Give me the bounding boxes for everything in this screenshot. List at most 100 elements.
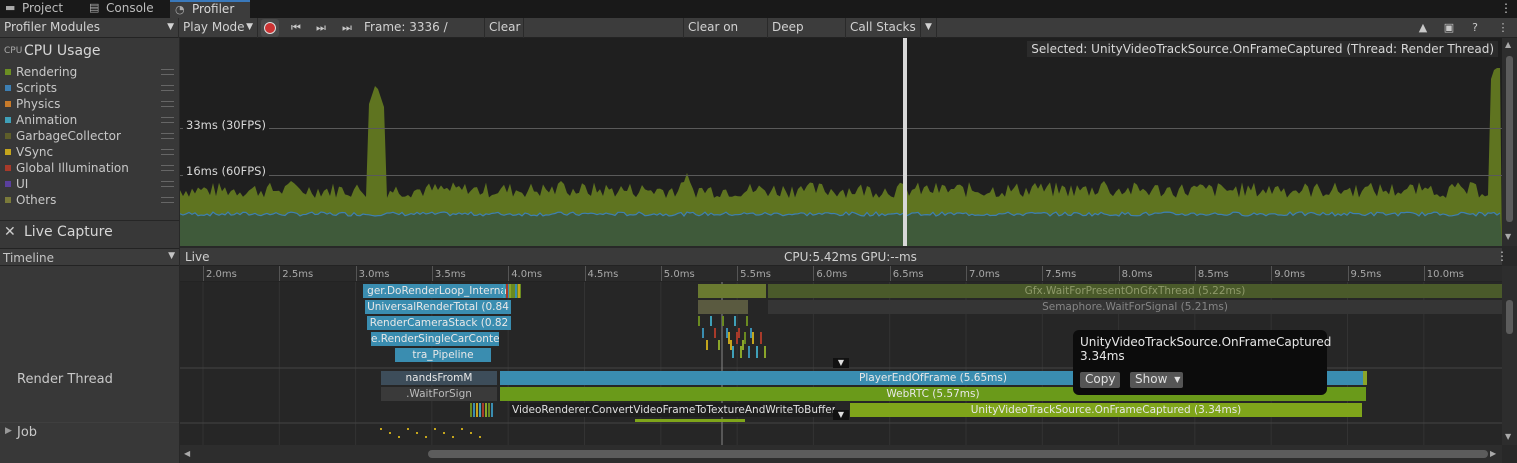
scroll-down-icon[interactable]: ▼ (1505, 432, 1511, 441)
clear-on-play-toggle[interactable]: Clear on Play (683, 18, 768, 53)
live-capture-module-header[interactable]: ✕ Live Capture (0, 221, 179, 247)
legend-item[interactable]: Rendering (0, 64, 179, 80)
scroll-thumb[interactable] (1506, 300, 1513, 334)
load-icon[interactable]: ▲ (1414, 20, 1432, 36)
call-stacks-dropdown[interactable]: ▼ (920, 18, 937, 38)
scroll-left-icon[interactable]: ◀ (184, 449, 190, 458)
time-tick: 10.0ms (1423, 266, 1465, 281)
sample-sliver (407, 428, 409, 430)
legend-swatch (5, 117, 11, 123)
time-ruler[interactable]: 2.0ms 2.5ms 3.0ms 3.5ms 4.0ms 4.5ms 5.0ms 5.5ms… (180, 266, 1502, 282)
time-tick: 3.0ms (355, 266, 390, 281)
call-stacks-toggle[interactable]: Call Stacks (846, 18, 920, 38)
frame-counter: Frame: 3336 / 3471 (364, 20, 448, 53)
clear-button[interactable]: Clear (484, 18, 524, 38)
legend-label: Scripts (16, 81, 58, 95)
show-dropdown[interactable]: Show ▼ (1130, 372, 1184, 388)
sample-sliver (732, 346, 734, 358)
first-frame-icon[interactable]: ⏮ (287, 20, 305, 36)
sample-sliver (398, 436, 400, 438)
sample-sliver (635, 419, 745, 422)
legend-swatch (5, 197, 11, 203)
legend-item[interactable]: Animation (0, 112, 179, 128)
window-menu-icon[interactable]: ⋮ (1500, 1, 1512, 15)
play-mode-label: Play Mode (183, 20, 245, 34)
legend-label: GarbageCollector (16, 129, 121, 143)
expand-arrow-icon: ▶ (5, 426, 12, 436)
profiler-modules-dropdown[interactable]: Profiler Modules ▼ (0, 18, 179, 38)
chevron-down-icon: ▼ (167, 22, 174, 32)
legend-item[interactable]: VSync (0, 144, 179, 160)
legend-item[interactable]: UI (0, 176, 179, 192)
sample-sliver (710, 316, 712, 326)
chart-scrollbar[interactable]: ▲ ▼ (1502, 38, 1517, 246)
record-button[interactable] (261, 19, 279, 37)
save-icon[interactable]: ▣ (1440, 20, 1458, 36)
drag-handle-icon[interactable] (161, 181, 174, 187)
sample-sliver (482, 403, 484, 417)
tab-project[interactable]: ▬ Project (0, 0, 88, 18)
sample-sliver (740, 346, 742, 358)
play-mode-dropdown[interactable]: Play Mode ▼ (179, 18, 258, 38)
legend-item[interactable]: Physics (0, 96, 179, 112)
time-tick: 4.5ms (584, 266, 619, 281)
legend-item[interactable]: Scripts (0, 80, 179, 96)
time-tick: 5.5ms (737, 266, 771, 281)
sample-sliver (734, 316, 736, 326)
chevron-down-icon: ▼ (168, 251, 175, 261)
scroll-right-icon[interactable]: ▶ (1490, 449, 1496, 458)
next-frame-icon[interactable]: ⏭ (312, 20, 330, 36)
job-thread-group[interactable]: ▶ Job (0, 425, 179, 445)
drag-handle-icon[interactable] (161, 165, 174, 171)
drag-handle-icon[interactable] (161, 117, 174, 123)
legend-item[interactable]: GarbageCollector (0, 128, 179, 144)
timeline-view-label: Timeline (3, 251, 55, 265)
deep-profile-toggle[interactable]: Deep Profile (768, 18, 846, 53)
tab-console[interactable]: ▤ Console (84, 0, 170, 18)
sample-sliver (485, 403, 487, 417)
help-icon[interactable]: ? (1466, 20, 1484, 36)
timeline-menu-icon[interactable]: ⋮ (1496, 249, 1508, 263)
drag-handle-icon[interactable] (161, 133, 174, 139)
sample-sliver (425, 436, 427, 438)
legend-swatch (5, 149, 11, 155)
drag-handle-icon[interactable] (161, 101, 174, 107)
menu-icon[interactable]: ⋮ (1494, 20, 1512, 36)
scroll-up-icon[interactable]: ▲ (1505, 40, 1511, 49)
sample-sliver (479, 403, 481, 417)
legend-item[interactable]: Global Illumination (0, 160, 179, 176)
timeline-horizontal-scrollbar[interactable]: ◀ ▶ (180, 445, 1502, 463)
chevron-down-icon: ▼ (1174, 375, 1181, 384)
copy-button[interactable]: Copy (1080, 372, 1121, 388)
line-16ms (180, 175, 1502, 176)
sample-sliver (380, 428, 382, 430)
sample-sliver (756, 346, 758, 358)
sample-sliver (461, 428, 463, 430)
scroll-thumb[interactable] (428, 450, 1488, 458)
timeline-vertical-scrollbar[interactable]: ▼ (1502, 266, 1517, 445)
tab-profiler[interactable]: ◔ Profiler (170, 0, 250, 18)
cpu-usage-title: CPU Usage (24, 43, 101, 59)
legend-item[interactable]: Others (0, 192, 179, 208)
drag-handle-icon[interactable] (161, 69, 174, 75)
cpu-usage-module-header[interactable]: CPU CPU Usage (0, 41, 179, 61)
drag-handle-icon[interactable] (161, 197, 174, 203)
timeline-view-dropdown[interactable]: Timeline ▼ (0, 248, 179, 266)
drag-handle-icon[interactable] (161, 85, 174, 91)
drag-handle-icon[interactable] (161, 149, 174, 155)
sample-sliver (488, 403, 490, 417)
scripts-area (180, 212, 1502, 246)
legend-swatch (5, 165, 11, 171)
sample-sliver (515, 284, 517, 298)
legend-label: VSync (16, 145, 54, 159)
scroll-thumb[interactable] (1506, 56, 1513, 222)
wrench-icon: ✕ (4, 224, 16, 240)
time-tick: 6.0ms (813, 266, 848, 281)
scroll-down-icon[interactable]: ▼ (1505, 232, 1511, 241)
sample-sliver (744, 332, 746, 344)
last-frame-icon[interactable]: ⏭ (338, 20, 356, 36)
selected-frame-cursor[interactable] (903, 38, 907, 246)
cpu-usage-chart[interactable]: 33ms (30FPS) 16ms (60FPS) Selected: Unit… (180, 38, 1502, 246)
legend-swatch (5, 181, 11, 187)
profiler-modules-label: Profiler Modules (4, 20, 100, 34)
